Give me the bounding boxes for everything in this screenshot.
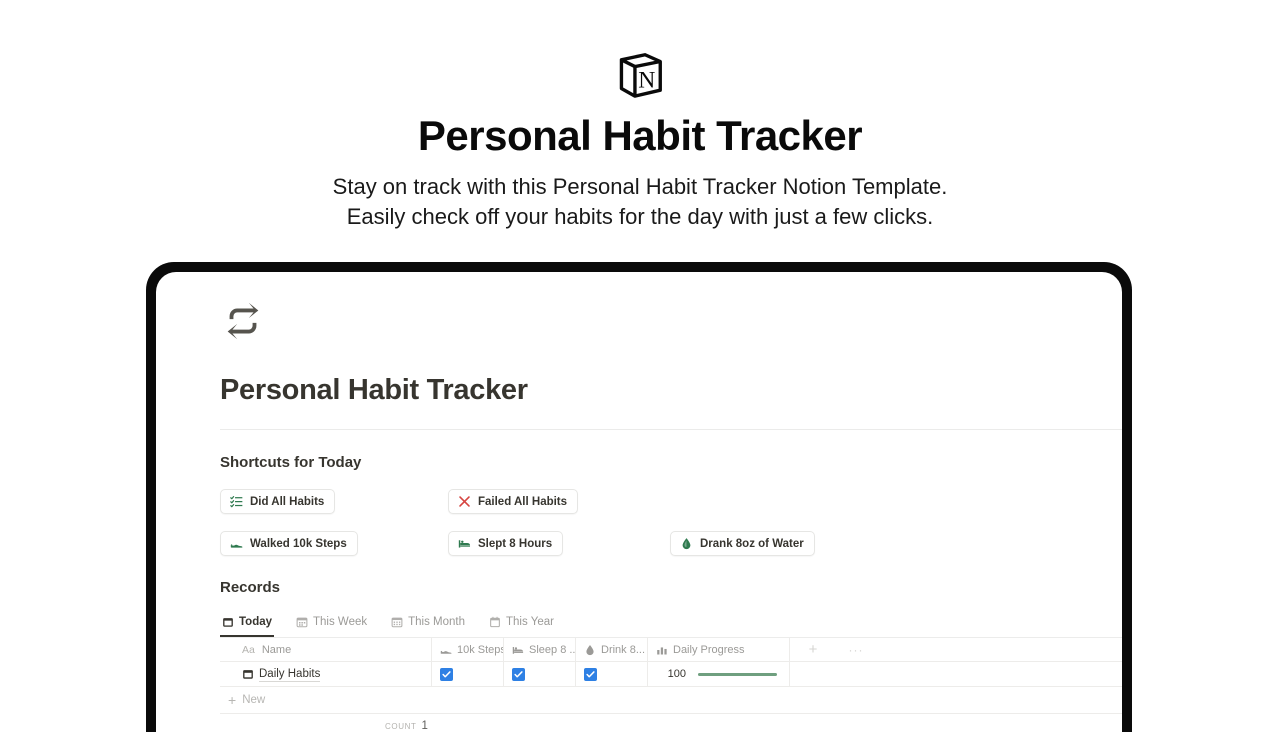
row-steps-checkbox-cell[interactable]: [432, 662, 504, 686]
shortcuts-grid: Did All Habits Failed All Habits Walked …: [220, 489, 1114, 565]
title-divider: [220, 429, 1122, 430]
sleep-checkbox[interactable]: [512, 667, 525, 681]
svg-text:N: N: [638, 68, 655, 94]
walked-10k-steps-button[interactable]: Walked 10k Steps: [220, 531, 358, 556]
calendar-icon: [490, 616, 500, 628]
progress-value: 100: [667, 668, 686, 680]
column-header-name[interactable]: Aa Name: [220, 638, 432, 661]
notion-cube-icon: N: [619, 53, 662, 98]
records-tabs: Today This Week This Month This Year: [220, 614, 1122, 638]
tab-this-year-label: This Year: [506, 616, 554, 628]
shortcuts-heading: Shortcuts for Today: [220, 454, 362, 471]
column-header-sleep[interactable]: Sleep 8 ...: [504, 638, 576, 661]
page-title: Personal Habit Tracker: [220, 374, 528, 406]
calendar-icon: [391, 617, 403, 628]
name-type-icon: Aa: [242, 643, 255, 656]
count-value: 1: [421, 720, 428, 732]
bed-icon: [458, 540, 471, 548]
tab-this-week-label: This Week: [313, 616, 368, 628]
hero-subtitle-line-1: Stay on track with this Personal Habit T…: [332, 174, 948, 200]
hero-section: N Personal Habit Tracker Stay on track w…: [0, 0, 1280, 232]
column-header-steps-label: 10k Steps: [457, 643, 504, 656]
slept-8-hours-button[interactable]: Slept 8 Hours: [448, 531, 564, 556]
water-drop-icon: [682, 538, 691, 550]
column-header-drink[interactable]: Drink 8...: [576, 638, 648, 661]
tab-today-label: Today: [239, 616, 273, 628]
failed-all-habits-button[interactable]: Failed All Habits: [448, 489, 579, 514]
row-drink-checkbox-cell[interactable]: [576, 662, 648, 686]
add-new-record-label: New: [242, 694, 266, 706]
check-icon: [442, 670, 451, 677]
hero-subtitle: Stay on track with this Personal Habit T…: [0, 172, 1280, 232]
table-row[interactable]: Daily Habits 100: [220, 662, 1122, 687]
check-icon: [586, 670, 595, 677]
shoe-icon: [230, 544, 243, 548]
bar-chart-icon: [657, 646, 667, 654]
tab-this-month-label: This Month: [408, 616, 466, 628]
steps-checkbox[interactable]: [440, 667, 453, 681]
shoe-icon: [440, 650, 452, 654]
drank-water-label: Drank 8oz of Water: [700, 537, 804, 550]
row-name-label: Daily Habits: [259, 667, 321, 682]
tablet-device-frame: Personal Habit Tracker Shortcuts for Tod…: [146, 262, 1132, 732]
slept-8-hours-label: Slept 8 Hours: [478, 537, 553, 550]
column-header-sleep-label: Sleep 8 ...: [529, 643, 576, 656]
row-name-cell[interactable]: Daily Habits: [220, 662, 432, 686]
repeat-icon: [227, 302, 259, 340]
count-label: Count: [385, 722, 417, 731]
row-tail-cell: [790, 662, 1122, 686]
tab-this-week[interactable]: This Week: [294, 614, 369, 637]
tab-this-month[interactable]: This Month: [389, 614, 467, 637]
x-mark-icon: [459, 496, 470, 507]
count-summary[interactable]: Count 1: [385, 720, 428, 732]
add-column-button[interactable]: +: [790, 638, 836, 661]
table-options-button[interactable]: ···: [836, 638, 876, 661]
failed-all-habits-label: Failed All Habits: [478, 495, 568, 508]
tablet-screen: Personal Habit Tracker Shortcuts for Tod…: [156, 272, 1122, 732]
column-header-progress-label: Daily Progress: [673, 643, 745, 656]
add-new-record-button[interactable]: + New: [220, 687, 1122, 714]
did-all-habits-button[interactable]: Did All Habits: [220, 489, 336, 514]
bed-icon: [512, 646, 524, 654]
check-icon: [514, 670, 523, 677]
calendar-icon: [223, 618, 233, 627]
column-header-drink-label: Drink 8...: [601, 643, 646, 656]
checklist-icon: [230, 496, 243, 508]
calendar-icon: [243, 670, 253, 679]
plus-icon: +: [228, 692, 237, 708]
column-header-steps[interactable]: 10k Steps: [432, 638, 504, 661]
tab-today[interactable]: Today: [220, 614, 275, 637]
drank-water-button[interactable]: Drank 8oz of Water: [670, 531, 815, 556]
row-sleep-checkbox-cell[interactable]: [504, 662, 576, 686]
table-header-row: Aa Name 10k Steps Sleep 8 ... Drink 8...…: [220, 638, 1122, 662]
column-header-name-label: Name: [261, 643, 292, 656]
row-progress-cell[interactable]: 100: [648, 662, 790, 686]
table-footer: Count 1: [220, 714, 1122, 732]
did-all-habits-label: Did All Habits: [250, 495, 325, 508]
walked-10k-steps-label: Walked 10k Steps: [250, 537, 347, 550]
tab-this-year[interactable]: This Year: [487, 614, 556, 637]
calendar-icon: [296, 617, 308, 628]
drink-checkbox[interactable]: [584, 667, 597, 681]
records-table: Aa Name 10k Steps Sleep 8 ... Drink 8...…: [220, 638, 1122, 732]
records-heading: Records: [220, 579, 281, 596]
hero-subtitle-line-2: Easily check off your habits for the day…: [346, 204, 934, 230]
hero-title: Personal Habit Tracker: [417, 112, 863, 159]
progress-bar: [698, 672, 777, 676]
water-drop-icon: [586, 644, 594, 655]
column-header-progress[interactable]: Daily Progress: [648, 638, 790, 661]
